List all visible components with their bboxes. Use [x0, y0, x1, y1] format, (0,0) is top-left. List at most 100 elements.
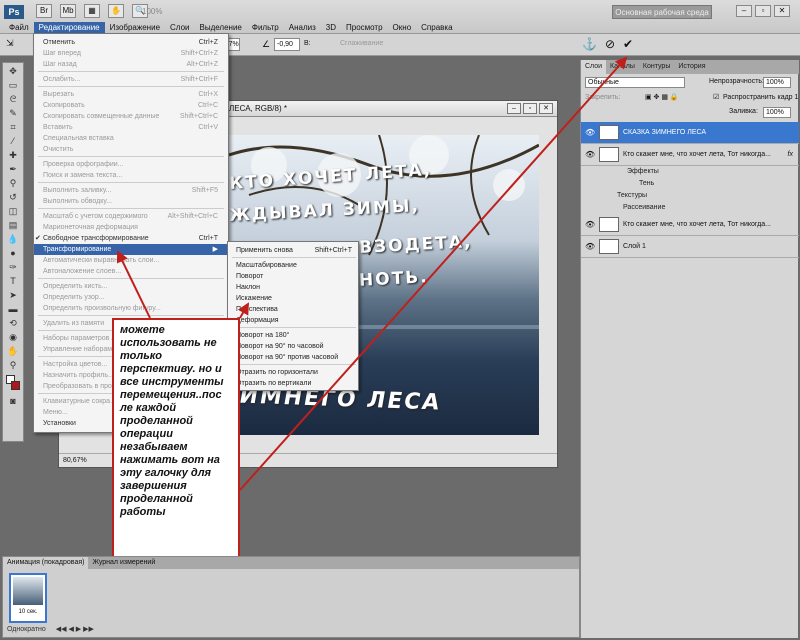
- transform-submenu-item[interactable]: Поворот на 90° против часовой: [228, 352, 358, 363]
- panel-tab[interactable]: История: [674, 60, 709, 74]
- blend-mode-select[interactable]: Обычные: [585, 77, 685, 88]
- doc-restore-icon[interactable]: ▫: [523, 103, 537, 114]
- commit-check-icon[interactable]: ✔: [623, 37, 633, 51]
- edit-menu-item[interactable]: Отменить Ctrl+Z: [34, 37, 228, 48]
- loop-select[interactable]: Однократно: [7, 626, 46, 633]
- edit-menu-item[interactable]: Вырезать Ctrl+X: [34, 89, 228, 100]
- menu-9[interactable]: Окно: [388, 22, 417, 34]
- visibility-eye-icon[interactable]: 👁: [585, 236, 595, 258]
- zoom-level[interactable]: 100%: [142, 7, 162, 16]
- edit-menu-item[interactable]: Масштаб с учетом содержимого Alt+Shift+Ct…: [34, 211, 228, 222]
- transform-submenu-item[interactable]: Деформация: [228, 315, 358, 326]
- transform-submenu-item[interactable]: Отразить по вертикали: [228, 378, 358, 389]
- eraser-tool-icon[interactable]: ◫: [5, 205, 21, 217]
- transform-submenu-item[interactable]: Наклон: [228, 282, 358, 293]
- cancel-transform-icon[interactable]: ⊘: [605, 37, 615, 51]
- edit-menu-item[interactable]: Определить произвольную фигуру...: [34, 303, 228, 314]
- layer-fx-badge[interactable]: fx: [788, 144, 793, 166]
- visibility-eye-icon[interactable]: 👁: [585, 214, 595, 236]
- stamp-tool-icon[interactable]: ⚲: [5, 177, 21, 189]
- history-brush-tool-icon[interactable]: ↺: [5, 191, 21, 203]
- angle-field[interactable]: -0,90: [274, 38, 300, 51]
- minibridge-icon[interactable]: Mb: [60, 4, 76, 18]
- playback-icons[interactable]: ◀◀ ◀ ▶ ▶▶: [56, 626, 94, 633]
- edit-menu-item[interactable]: Определить кисть...: [34, 281, 228, 292]
- bridge-icon[interactable]: Br: [36, 4, 52, 18]
- edit-menu-item[interactable]: Проверка орфографии...: [34, 159, 228, 170]
- antialias-checkbox[interactable]: Сглаживание: [340, 40, 383, 47]
- 3d-camera-tool-icon[interactable]: ◉: [5, 331, 21, 343]
- close-icon[interactable]: ✕: [774, 5, 790, 17]
- edit-menu-item[interactable]: Трансформирование ▶: [34, 244, 228, 255]
- transform-submenu-item[interactable]: Поворот на 90° по часовой: [228, 341, 358, 352]
- blur-tool-icon[interactable]: 💧: [5, 233, 21, 245]
- layer-row[interactable]: 👁 Слой 1: [581, 236, 799, 258]
- path-select-tool-icon[interactable]: ➤: [5, 289, 21, 301]
- gradient-tool-icon[interactable]: ▤: [5, 219, 21, 231]
- edit-menu-item[interactable]: Поиск и замена текста...: [34, 170, 228, 181]
- view-extras-icon[interactable]: ▦: [84, 4, 100, 18]
- menu-8[interactable]: Просмотр: [341, 22, 388, 34]
- transform-submenu-item[interactable]: Масштабирование: [228, 260, 358, 271]
- layer-row[interactable]: 👁 Кто скажет мне, что хочет лета, Тот ник…: [581, 214, 799, 236]
- fill-field[interactable]: 100%: [763, 107, 791, 118]
- hand-tool-icon[interactable]: ✋: [5, 345, 21, 357]
- edit-menu-item[interactable]: Шаг назад Alt+Ctrl+Z: [34, 59, 228, 70]
- edit-menu-item[interactable]: Определить узор...: [34, 292, 228, 303]
- marquee-tool-icon[interactable]: ▭: [5, 79, 21, 91]
- edit-menu-item[interactable]: Специальная вставка: [34, 133, 228, 144]
- shape-tool-icon[interactable]: ▬: [5, 303, 21, 315]
- color-swatches[interactable]: [5, 373, 21, 393]
- animation-tab[interactable]: Журнал измерений: [88, 557, 159, 569]
- layer-effect-item[interactable]: Тень: [639, 178, 654, 189]
- doc-minimize-icon[interactable]: –: [507, 103, 521, 114]
- workspace-button[interactable]: Основная рабочая среда: [612, 5, 712, 19]
- frame-time[interactable]: 10 сек.: [11, 609, 45, 615]
- edit-menu-item[interactable]: Автоматически выравнивать слои...: [34, 255, 228, 266]
- edit-menu-item[interactable]: Выполнить заливку... Shift+F5: [34, 185, 228, 196]
- 3d-rotate-tool-icon[interactable]: ⟲: [5, 317, 21, 329]
- unify-checkbox-icon[interactable]: ☑: [713, 92, 719, 104]
- edit-menu-item[interactable]: Ослабить... Shift+Ctrl+F: [34, 74, 228, 85]
- layer-effect-item[interactable]: Рассеивание: [623, 202, 665, 213]
- edit-menu-item[interactable]: Скопировать совмещенные данные Shift+Ctrl…: [34, 111, 228, 122]
- edit-menu-item[interactable]: Выполнить обводку...: [34, 196, 228, 207]
- animation-tab[interactable]: Анимация (покадровая): [3, 557, 89, 569]
- crop-tool-icon[interactable]: ⌗: [5, 121, 21, 133]
- layer-row[interactable]: 👁 Кто скажет мне, что хочет лета, Тот ник…: [581, 144, 799, 166]
- lasso-tool-icon[interactable]: ᘓ: [5, 93, 21, 105]
- layer-row[interactable]: 👁 СКАЗКА ЗИМНЕГО ЛЕСА: [581, 122, 799, 144]
- edit-menu-item[interactable]: Марионеточная деформация: [34, 222, 228, 233]
- healing-tool-icon[interactable]: ✚: [5, 149, 21, 161]
- move-tool-icon[interactable]: ✥: [5, 65, 21, 77]
- minimize-icon[interactable]: –: [736, 5, 752, 17]
- menu-6[interactable]: Анализ: [284, 22, 321, 34]
- doc-close-icon[interactable]: ✕: [539, 103, 553, 114]
- edit-menu-item[interactable]: Свободное трансформирование Ctrl+T: [34, 233, 228, 244]
- lock-icons[interactable]: ▣ ✥ ▦ 🔒: [645, 92, 679, 104]
- transform-submenu-item[interactable]: Поворот: [228, 271, 358, 282]
- panel-tab[interactable]: Каналы: [606, 60, 639, 74]
- brush-tool-icon[interactable]: ✒: [5, 163, 21, 175]
- panel-tab[interactable]: Контуры: [639, 60, 674, 74]
- transform-submenu-item[interactable]: Применить снова Shift+Ctrl+T: [228, 245, 358, 256]
- edit-menu-item[interactable]: Очистить: [34, 144, 228, 155]
- restore-icon[interactable]: ▫: [755, 5, 771, 17]
- layer-effect-item[interactable]: Текстуры: [617, 190, 647, 201]
- hand-icon[interactable]: ✋: [108, 4, 124, 18]
- eyedropper-tool-icon[interactable]: ⁄: [5, 135, 21, 147]
- transform-submenu-item[interactable]: Поворот на 180°: [228, 330, 358, 341]
- edit-menu-item[interactable]: Шаг вперед Shift+Ctrl+Z: [34, 48, 228, 59]
- edit-menu-item[interactable]: Вставить Ctrl+V: [34, 122, 228, 133]
- dodge-tool-icon[interactable]: ●: [5, 247, 21, 259]
- zoom-tool-icon[interactable]: ⚲: [5, 359, 21, 371]
- document-zoom[interactable]: 80,67%: [63, 457, 87, 464]
- layer-effect-item[interactable]: Эффекты: [627, 166, 659, 177]
- quick-select-tool-icon[interactable]: ✎: [5, 107, 21, 119]
- animation-frame[interactable]: 10 сек.: [9, 573, 47, 623]
- transform-submenu-item[interactable]: Искажение: [228, 293, 358, 304]
- visibility-eye-icon[interactable]: 👁: [585, 144, 595, 166]
- type-tool-icon[interactable]: T: [5, 275, 21, 287]
- panel-tab[interactable]: Слои: [581, 60, 607, 74]
- menu-7[interactable]: 3D: [321, 22, 341, 34]
